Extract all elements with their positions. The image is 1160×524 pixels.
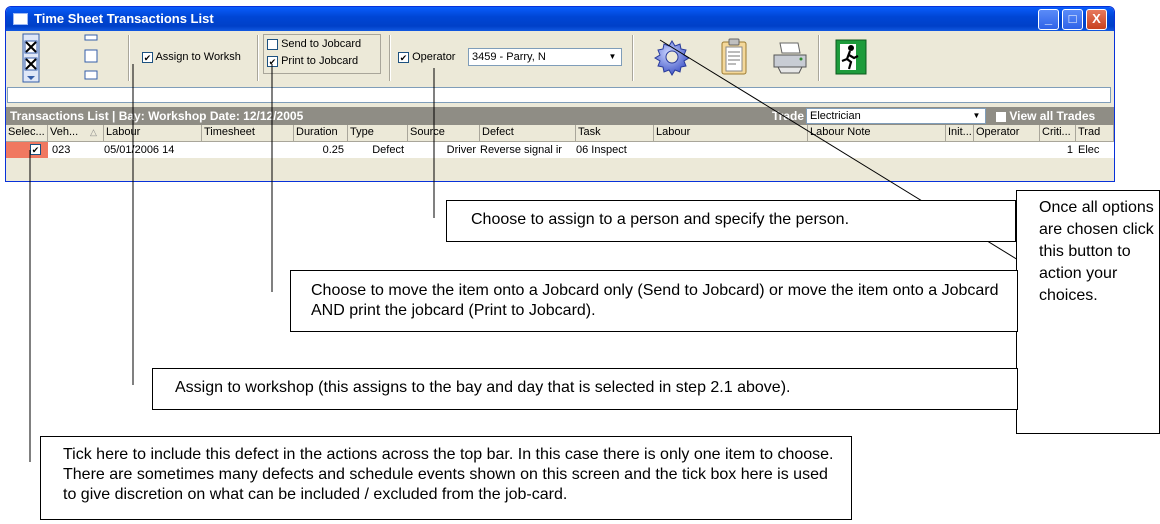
tick-callout: Tick here to include this defect in the … (40, 436, 852, 520)
operator-callout: Choose to assign to a person and specify… (446, 200, 1016, 242)
workshop-callout: Assign to workshop (this assigns to the … (152, 368, 1018, 410)
jobcard-callout: Choose to move the item onto a Jobcard o… (290, 270, 1018, 332)
action-callout: Once all options are chosen click this b… (1016, 190, 1160, 434)
action-connector (659, 39, 1068, 291)
